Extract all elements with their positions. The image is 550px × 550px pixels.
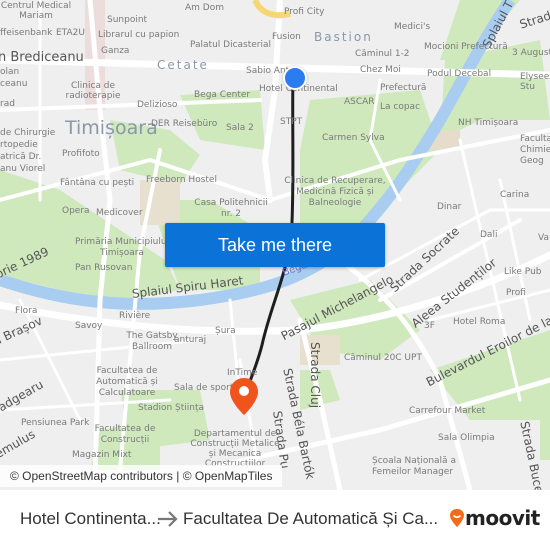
arrow-right-icon [158,511,178,527]
poi-label: Elysees Stu [520,72,550,92]
poi-label: Podul Decebal [427,69,492,79]
poi-label: Va [538,233,549,243]
poi-label: Mocioni Prefectură [424,42,508,52]
poi-label: Like Pub [504,267,542,277]
street-label: Strada Cluj [308,342,322,409]
poi-label: Bega Center [194,90,251,100]
district-label: Cetate [157,58,209,72]
poi-label: Chez Moi [360,65,401,75]
poi-label: Profifoto [62,149,100,159]
poi-label: atrică Dr. [0,152,42,162]
poi-label: Sala de sport [174,383,234,393]
poi-label: Pan Rusovan [75,263,133,273]
poi-label: Dali [480,230,498,240]
poi-label: Freeborn Hostel [146,175,217,185]
poi-label: Clinica de radioterapie [65,81,121,101]
poi-label: Școala Națională a Femeilor Manager [372,456,456,477]
poi-label: anu Viorel [0,164,46,174]
poi-label: Casa Politehnicii nr. 2 [194,198,268,219]
poi-label: de Chirurgie [0,128,56,138]
take-me-there-button[interactable]: Take me there [165,223,385,267]
poi-label: Profi City [284,7,325,17]
poi-label: STPT [280,117,303,127]
poi-label: Hotel Roma [453,317,506,327]
poi-label: anturaj [174,335,207,345]
moovit-logo-text: moovit [465,506,540,530]
poi-label: rtopedie [0,140,38,150]
city-label: Timișoara [65,117,158,139]
poi-label: Sala Olimpia [438,433,495,443]
moovit-logo: moovit [449,507,540,529]
poi-label: La copac [380,102,421,112]
poi-label: Medicover [96,208,143,218]
poi-label: NH Timișoara [458,118,519,128]
poi-label: Profi [506,288,526,298]
poi-label: rad [0,99,15,109]
moovit-pin-icon [450,509,464,527]
poi-label: ASCAR [344,97,375,107]
poi-label: Facultatea de Automatică și Calculatoare [96,366,158,398]
poi-label: Ganza [101,46,130,56]
origin-marker[interactable] [283,66,307,90]
poi-label: ffeisenbank [0,28,53,38]
street-label: n Brediceanu [0,50,84,65]
poi-label: Căminul 20C UPT [344,353,422,363]
poi-label: Departamentul de Construcții Metalice și… [190,429,280,469]
poi-label: Prefectură [380,83,427,93]
poi-label: Magazin Mixt [72,450,132,460]
footer: Hotel Continenta... Facultatea De Automa… [0,490,550,550]
poi-label: ETA2U [56,28,85,38]
poi-label: Fusion [272,32,301,42]
poi-label: Carrefour Market [409,406,486,416]
poi-label: Medici's [394,22,431,32]
destination-marker[interactable] [229,377,259,417]
poi-label: Rivière [119,311,151,321]
poi-label: 3 August [512,48,550,58]
poi-label: Clinica de Recuperare, Medicină Fizică ș… [284,176,386,208]
poi-label: Șura [215,326,236,336]
poi-label: Dinar [437,202,462,212]
poi-label: Centrul Medical Mariam [0,1,72,21]
poi-label: ceanu [0,79,28,89]
poi-label: Sala 2 [226,123,254,133]
poi-label: Flora [15,306,38,316]
poi-label: Savoy [75,321,103,331]
poi-label: Carina [500,190,530,200]
map-attribution[interactable]: © OpenStreetMap contributors | © OpenMap… [0,465,283,487]
poi-label: 3F [424,321,435,331]
poi-label: Faculta Chimie-I Geog [520,134,550,166]
poi-label: Delizioso [137,100,178,110]
destination-name: Facultatea De Automatică Și Ca... [183,509,439,528]
poi-label: Fântâna cu pești [60,178,135,188]
map[interactable]: Cetate Bastion Timișoara n Brediceanu Sp… [0,0,550,490]
poi-label: Facultatea de Construcții [94,424,156,445]
poi-label: Sunpoint [107,15,148,25]
district-label: Bastion [314,30,373,44]
poi-label: Palatul Dicasterial [190,40,272,50]
poi-label: Opera [62,206,90,216]
poi-label: Primăria Municipiului Timișoara [74,237,170,258]
poi-label: Carmen Sylva [322,133,385,143]
poi-label: Am Dom [185,3,224,13]
poi-label: Librarul cu papion [98,30,180,40]
poi-label: Pensiunea Park [21,418,90,428]
poi-label: Stadion Știința [138,403,205,413]
poi-label: Căminul 1-2 [355,49,410,59]
poi-label: DER Reisebüro [151,119,218,129]
origin-name: Hotel Continenta... [20,509,161,528]
poi-label: olan [0,67,20,77]
